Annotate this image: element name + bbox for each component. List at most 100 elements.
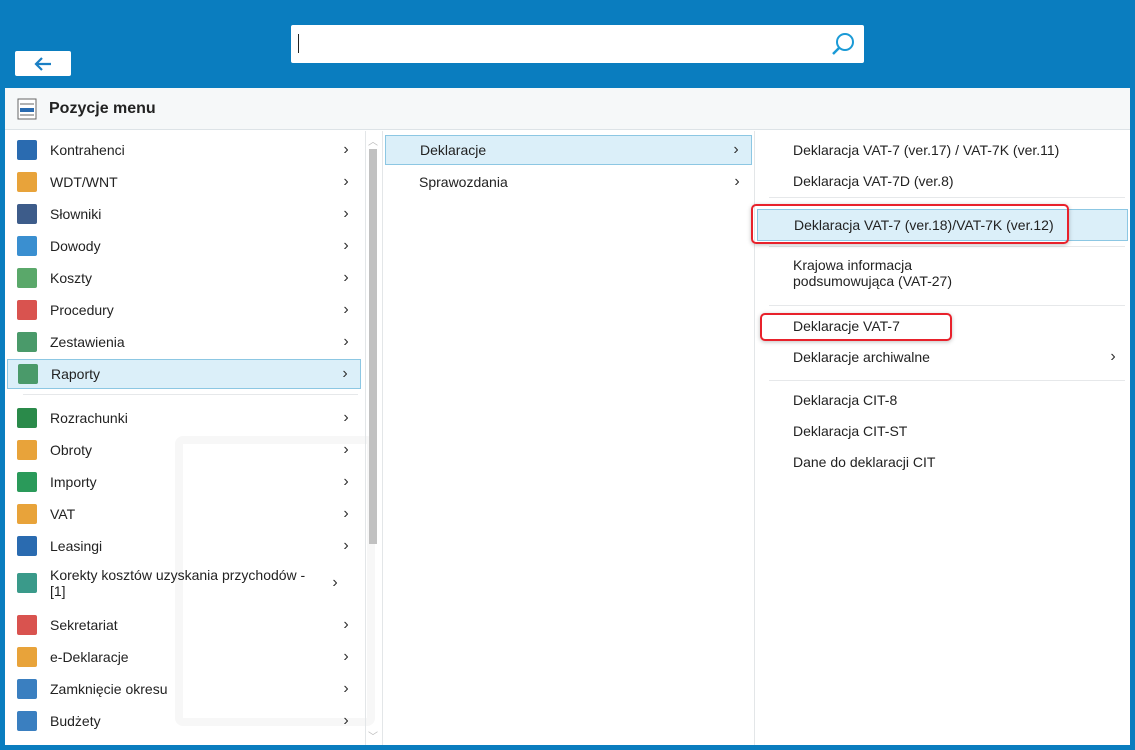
search-icon[interactable]	[830, 31, 856, 60]
menu-item[interactable]: Raporty ›	[7, 359, 361, 389]
menu-item-label: Zestawienia	[50, 334, 125, 350]
divider	[769, 380, 1125, 381]
divider	[23, 394, 358, 395]
chevron-right-icon: ›	[343, 473, 349, 490]
chevron-right-icon: ›	[343, 301, 349, 318]
menu-item-label: VAT	[50, 506, 76, 522]
menu-item[interactable]: VAT ›	[7, 499, 361, 529]
menu-item[interactable]: Rozrachunki ›	[7, 403, 361, 433]
back-button[interactable]	[15, 51, 71, 76]
menu-item-label: Koszty	[50, 270, 93, 286]
menu-item[interactable]: Dane do deklaracji CIT	[757, 447, 1128, 477]
menu-item-icon	[17, 236, 37, 256]
menu-item[interactable]: Koszty ›	[7, 263, 361, 293]
menu-item[interactable]: Procedury ›	[7, 295, 361, 325]
menu-item[interactable]: Obroty ›	[7, 435, 361, 465]
chevron-right-icon: ›	[343, 269, 349, 286]
menu-item-icon	[17, 504, 37, 524]
menu-item-label: Sekretariat	[50, 617, 118, 633]
menu-item[interactable]: Deklaracja CIT-8	[757, 385, 1128, 415]
chevron-right-icon: ›	[343, 333, 349, 350]
menu-item[interactable]: Deklaracja VAT-7D (ver.8)	[757, 166, 1128, 196]
menu-item-label: Dowody	[50, 238, 101, 254]
scroll-up-icon[interactable]: ︿	[368, 133, 378, 148]
menu-item-label: Deklaracja VAT-7 (ver.17) / VAT-7K (ver.…	[793, 142, 1060, 158]
menu-item[interactable]: Korekty kosztów uzyskania przychodów - […	[7, 563, 361, 603]
menu-item-label: Słowniki	[50, 206, 102, 222]
chevron-right-icon: ›	[1110, 348, 1116, 365]
menu-item[interactable]: Krajowa informacja podsumowująca (VAT-27…	[757, 253, 1128, 293]
menu-item[interactable]: Sprawozdania ›	[385, 167, 752, 197]
menu-item-label: Dane do deklaracji CIT	[793, 454, 936, 470]
menu-item-icon	[17, 647, 37, 667]
menu-item-icon	[17, 268, 37, 288]
menu-list-icon	[17, 98, 37, 119]
menu-item-icon	[17, 615, 37, 635]
chevron-right-icon: ›	[343, 205, 349, 222]
menu-item-icon	[17, 472, 37, 492]
menu-item-icon	[17, 536, 37, 556]
scrollbar[interactable]: ︿ ﹀	[365, 131, 379, 745]
menu-item-label: Sprawozdania	[419, 174, 508, 190]
menu-item-label: e-Deklaracje	[50, 649, 129, 665]
menu-item[interactable]: Leasingi ›	[7, 531, 361, 561]
chevron-right-icon: ›	[343, 505, 349, 522]
menu-item-icon	[17, 332, 37, 352]
menu-item[interactable]: Deklaracje archiwalne ›	[757, 342, 1128, 372]
menu-item[interactable]: e-Deklaracje ›	[7, 642, 361, 672]
menu-item[interactable]: Zestawienia ›	[7, 327, 361, 357]
chevron-right-icon: ›	[734, 173, 740, 190]
text-caret	[298, 34, 299, 53]
menu-item-label: Deklaracje archiwalne	[793, 349, 930, 365]
menu-item-label: Deklaracja CIT-ST	[793, 423, 908, 439]
menu-item-label: Procedury	[50, 302, 114, 318]
menu-item-icon	[17, 440, 37, 460]
page-title: Pozycje menu	[49, 99, 156, 117]
menu-item-label: Raporty	[51, 366, 101, 382]
menu-column-items: Deklaracja VAT-7 (ver.17) / VAT-7K (ver.…	[751, 131, 1130, 745]
menu-item[interactable]: Deklaracja VAT-7 (ver.17) / VAT-7K (ver.…	[757, 135, 1128, 165]
chevron-right-icon: ›	[332, 574, 338, 591]
chevron-right-icon: ›	[343, 537, 349, 554]
menu-item-icon	[17, 679, 37, 699]
menu-item[interactable]: Deklaracja CIT-ST	[757, 416, 1128, 446]
chevron-right-icon: ›	[343, 409, 349, 426]
menu-item-label: Deklaracje	[420, 142, 487, 158]
menu-item-icon	[17, 573, 37, 593]
menu-item[interactable]: Deklaracje ›	[385, 135, 752, 165]
menu-item-icon	[17, 711, 37, 731]
chevron-right-icon: ›	[343, 173, 349, 190]
menu-item-label: Deklaracja VAT-7D (ver.8)	[793, 173, 954, 189]
menu-item[interactable]: Dowody ›	[7, 231, 361, 261]
arrow-left-icon	[34, 56, 51, 71]
menu-item-label: Zamknięcie okresu	[50, 681, 168, 697]
menu-column-sub: Deklaracje › Sprawozdania ›	[382, 131, 755, 745]
menu-item-icon	[17, 204, 37, 224]
menu-item[interactable]: Zamknięcie okresu ›	[7, 674, 361, 704]
chevron-right-icon: ›	[343, 441, 349, 458]
chevron-right-icon: ›	[733, 141, 739, 158]
menu-item-icon	[17, 300, 37, 320]
chevron-right-icon: ›	[343, 616, 349, 633]
menu-item-label: Leasingi	[50, 538, 103, 554]
menu-item[interactable]: Importy ›	[7, 467, 361, 497]
scroll-down-icon[interactable]: ﹀	[368, 728, 378, 743]
divider	[769, 246, 1125, 247]
menu-item[interactable]: Budżety ›	[7, 706, 361, 736]
menu-item-label: Obroty	[50, 442, 93, 458]
menu-item[interactable]: Sekretariat ›	[7, 610, 361, 640]
menu-item-icon	[18, 364, 38, 384]
chevron-right-icon: ›	[343, 712, 349, 729]
menu-item-label: Deklaracja CIT-8	[793, 392, 898, 408]
menu-item[interactable]: WDT/WNT ›	[7, 167, 361, 197]
menu-item[interactable]: Kontrahenci ›	[7, 135, 361, 165]
chevron-right-icon: ›	[343, 237, 349, 254]
scrollbar-thumb[interactable]	[369, 149, 377, 544]
chevron-right-icon: ›	[343, 648, 349, 665]
search-input[interactable]	[291, 25, 864, 63]
menu-item[interactable]: Słowniki ›	[7, 199, 361, 229]
menu-item-label: Budżety	[50, 713, 101, 729]
divider	[769, 197, 1125, 198]
window-header: Pozycje menu	[5, 88, 1130, 130]
menu-item-label: Korekty kosztów uzyskania przychodów - […	[50, 567, 306, 599]
